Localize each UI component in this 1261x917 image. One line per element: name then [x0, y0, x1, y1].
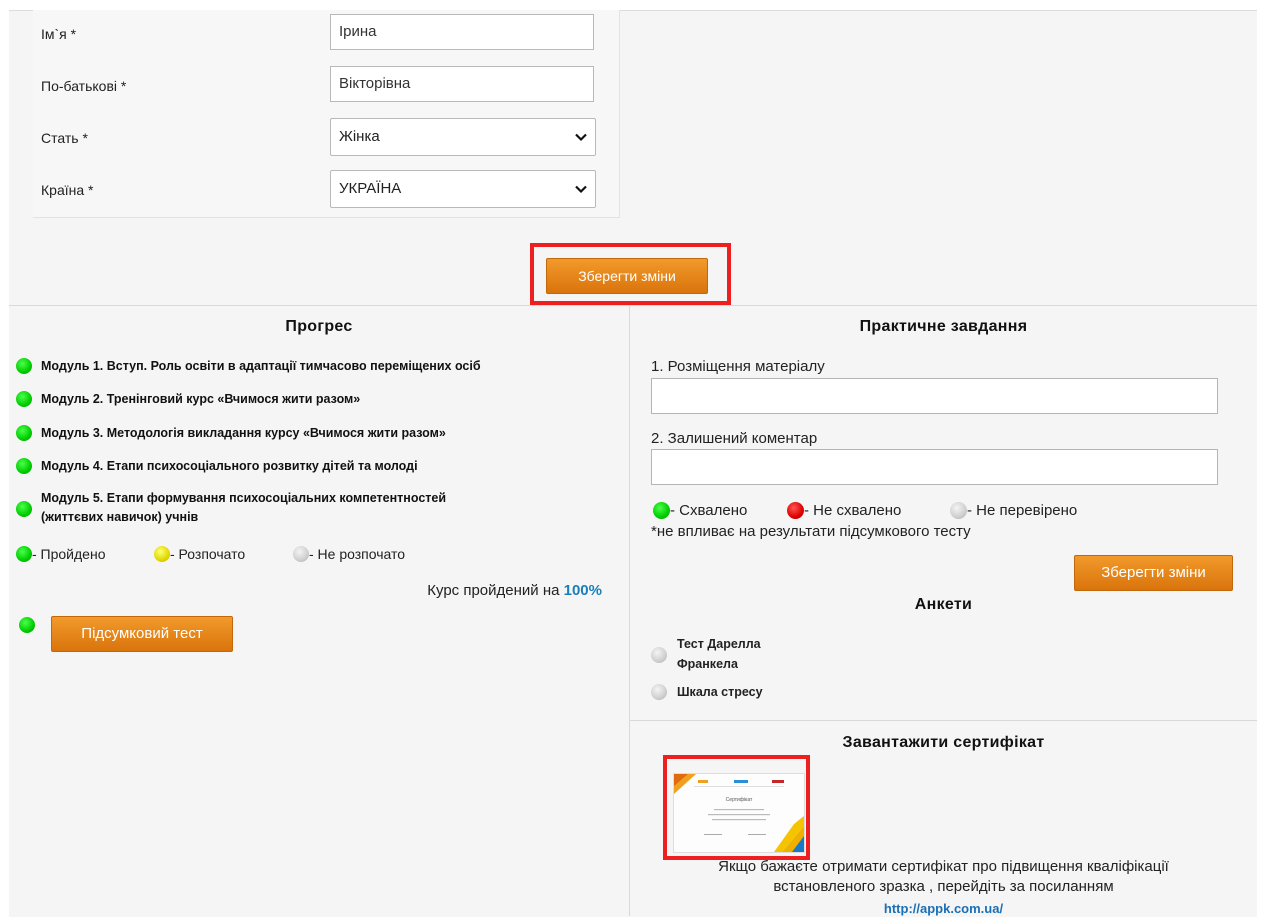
rejected-legend-label: - Не схвалено	[804, 502, 902, 519]
gender-label: Стать *	[41, 130, 88, 146]
unchecked-legend-icon	[950, 502, 967, 519]
patronymic-input[interactable]: Вікторівна	[330, 66, 594, 102]
surveys-title: Анкети	[914, 596, 973, 613]
not-started-legend-icon	[293, 546, 309, 562]
module-5-line1: Модуль 5. Етапи формування психосоціальн…	[41, 491, 447, 505]
first-name-input[interactable]: Ірина	[330, 14, 594, 50]
module-5[interactable]: Модуль 5. Етапи формування психосоціальн…	[41, 489, 446, 527]
save-practical-button[interactable]: Зберегти зміни	[1074, 555, 1233, 591]
started-legend-label: - Розпочато	[170, 546, 246, 562]
comment-field[interactable]	[651, 449, 1218, 485]
field1-label: 1. Розміщення матеріалу	[651, 358, 825, 375]
not-started-legend-label: - Не розпочато	[309, 546, 406, 562]
field2-label: 2. Залишений коментар	[651, 430, 818, 447]
status-passed-icon	[16, 358, 32, 374]
final-test-button[interactable]: Підсумковий тест	[51, 616, 233, 652]
status-passed-icon	[16, 425, 32, 441]
chevron-down-icon	[575, 185, 587, 194]
status-passed-icon	[16, 458, 32, 474]
country-select[interactable]: УКРАЇНА	[330, 170, 596, 208]
final-test-status-icon	[19, 617, 35, 633]
country-row: Країна * УКРАЇНА	[33, 166, 619, 218]
module-3[interactable]: Модуль 3. Методологія викладання курсу «…	[41, 424, 446, 443]
gender-select[interactable]: Жінка	[330, 118, 596, 156]
profile-form: Ім`я * Ірина По-батькові * Вікторівна Ст…	[33, 10, 620, 218]
progress-title: Прогрес	[285, 318, 353, 335]
module-4[interactable]: Модуль 4. Етапи психосоціального розвитк…	[41, 457, 418, 476]
unchecked-legend-label: - Не перевірено	[967, 502, 1078, 519]
section-divider	[9, 305, 1257, 306]
status-passed-icon	[16, 501, 32, 517]
survey-item-1[interactable]: Тест Дарелла Франкела	[677, 634, 761, 674]
module-2[interactable]: Модуль 2. Тренінговий курс «Вчимося жити…	[41, 390, 360, 409]
material-placement-field[interactable]	[651, 378, 1218, 414]
first-name-label: Ім`я *	[41, 26, 77, 42]
approved-legend-icon	[653, 502, 670, 519]
survey-status-icon	[651, 684, 667, 700]
module-1[interactable]: Модуль 1. Вступ. Роль освіти в адаптації…	[41, 357, 481, 376]
country-select-value: УКРАЇНА	[339, 180, 402, 197]
practical-title: Практичне завдання	[859, 318, 1028, 335]
survey-item-2[interactable]: Шкала стресу	[677, 682, 763, 702]
chevron-down-icon	[575, 133, 587, 142]
passed-legend-label: - Пройдено	[32, 546, 106, 562]
approved-legend-label: - Схвалено	[670, 502, 748, 519]
survey-item-1-line1: Тест Дарелла	[677, 637, 761, 651]
certificate-text-line1: Якщо бажаєте отримати сертифікат про під…	[718, 858, 1169, 875]
certificate-title: Завантажити сертифікат	[842, 734, 1045, 751]
certificate-text: Якщо бажаєте отримати сертифікат про під…	[630, 857, 1257, 897]
country-label: Країна *	[41, 182, 94, 198]
highlight-box	[530, 243, 731, 305]
started-legend-icon	[154, 546, 170, 562]
module-5-line2: (життєвих навичок) учнів	[41, 510, 199, 524]
course-progress: Курс пройдений на 100%	[300, 582, 602, 599]
first-name-row: Ім`я * Ірина	[33, 10, 619, 62]
certificate-text-line2: встановленого зразка , перейдіть за поси…	[773, 878, 1114, 895]
passed-legend-icon	[16, 546, 32, 562]
course-percent: 100%	[563, 582, 602, 599]
survey-status-icon	[651, 647, 667, 663]
rejected-legend-icon	[787, 502, 804, 519]
practical-note: *не впливає на результати підсумкового т…	[651, 523, 971, 540]
course-progress-text: Курс пройдений на	[427, 582, 560, 599]
gender-select-value: Жінка	[339, 128, 380, 145]
gender-row: Стать * Жінка	[33, 114, 619, 166]
certificate-link[interactable]: http://appk.com.ua/	[630, 901, 1257, 916]
highlight-box	[663, 755, 810, 860]
section-divider	[630, 720, 1257, 721]
patronymic-row: По-батькові * Вікторівна	[33, 62, 619, 114]
patronymic-label: По-батькові *	[41, 78, 127, 94]
survey-item-1-line2: Франкела	[677, 657, 738, 671]
status-passed-icon	[16, 391, 32, 407]
